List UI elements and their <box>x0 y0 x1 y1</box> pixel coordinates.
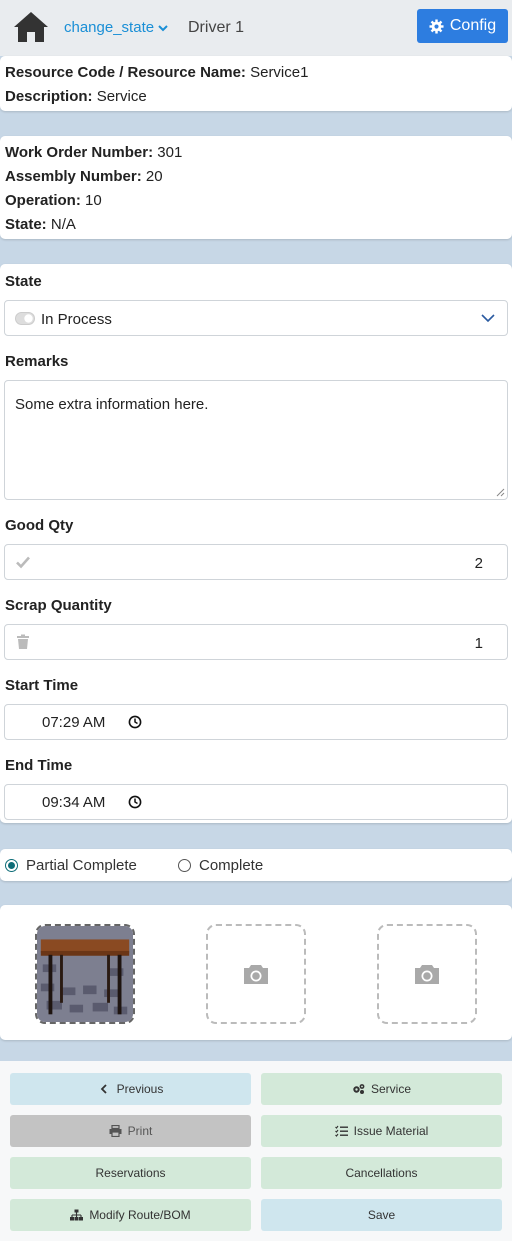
good-qty-input[interactable]: 2 <box>4 544 508 580</box>
service-button[interactable]: Service <box>261 1073 502 1105</box>
config-button[interactable]: Config <box>417 9 508 43</box>
trash-icon <box>17 634 29 649</box>
gear-icon <box>429 18 444 34</box>
assembly-label: Assembly Number: <box>5 168 142 185</box>
end-time-input[interactable]: 09:34 AM <box>4 784 508 820</box>
issue-material-label: Issue Material <box>353 1124 429 1138</box>
resource-code-line: Resource Code / Resource Name: Service1 <box>5 64 308 81</box>
home-icon[interactable] <box>12 10 50 44</box>
start-time-input[interactable]: 07:29 AM <box>4 704 508 740</box>
operation-form: State In Process Remarks Some extra info… <box>0 264 512 823</box>
modify-route-label: Modify Route/BOM <box>89 1208 191 1222</box>
work-order-line: Work Order Number: 301 <box>5 144 182 161</box>
save-label: Save <box>367 1208 396 1222</box>
state-select[interactable]: In Process <box>4 300 508 336</box>
resource-card: Resource Code / Resource Name: Service1 … <box>0 56 512 111</box>
description-line: Description: Service <box>5 88 147 105</box>
add-photo-slot[interactable] <box>206 924 306 1024</box>
save-button[interactable]: Save <box>261 1199 502 1231</box>
task-list-icon <box>334 1125 348 1137</box>
state-info-label: State: <box>5 216 47 233</box>
partial-complete-label: Partial Complete <box>26 857 137 874</box>
description-label: Description: <box>5 88 93 105</box>
description-value: Service <box>96 88 147 105</box>
complete-radio[interactable] <box>178 859 191 872</box>
completion-card: Partial Complete Complete <box>0 849 512 881</box>
state-select-value: In Process <box>41 311 112 328</box>
reservations-label: Reservations <box>95 1166 166 1180</box>
complete-label: Complete <box>199 857 264 874</box>
action-footer: Previous Service Print Issue Material Re… <box>0 1061 512 1241</box>
reservations-button[interactable]: Reservations <box>10 1157 251 1189</box>
config-label: Config <box>449 17 497 34</box>
clock-icon[interactable] <box>128 795 142 809</box>
start-time-label: Start Time <box>5 677 79 694</box>
issue-material-button[interactable]: Issue Material <box>261 1115 502 1147</box>
chevron-left-icon <box>100 1084 107 1094</box>
state-info-value: N/A <box>50 216 76 233</box>
scrap-qty-input[interactable]: 1 <box>4 624 508 660</box>
app-menu-label: change_state <box>64 19 155 36</box>
print-button[interactable]: Print <box>10 1115 251 1147</box>
partial-complete-radio[interactable] <box>5 859 18 872</box>
camera-icon <box>415 965 439 984</box>
good-qty-label: Good Qty <box>5 517 74 534</box>
cogs-icon <box>353 1084 365 1094</box>
remarks-label: Remarks <box>5 353 69 370</box>
clock-icon[interactable] <box>128 715 142 729</box>
scrap-qty-value: 1 <box>474 635 483 652</box>
print-label: Print <box>127 1124 153 1138</box>
cancellations-button[interactable]: Cancellations <box>261 1157 502 1189</box>
complete-option[interactable]: Complete <box>178 857 263 874</box>
state-field-label: State <box>5 273 42 290</box>
print-icon <box>109 1125 122 1137</box>
good-qty-value: 2 <box>474 555 483 572</box>
modify-route-button[interactable]: Modify Route/BOM <box>10 1199 251 1231</box>
page-title: Driver 1 <box>188 19 245 36</box>
start-time-value: 07:29 AM <box>42 714 106 731</box>
service-label: Service <box>370 1082 411 1096</box>
end-time-value: 09:34 AM <box>42 794 106 811</box>
resource-code-value: Service1 <box>250 64 309 81</box>
cancellations-label: Cancellations <box>345 1166 418 1180</box>
assembly-line: Assembly Number: 20 <box>5 168 163 185</box>
end-time-label: End Time <box>5 757 73 774</box>
chevron-down-icon <box>158 24 168 31</box>
check-icon <box>16 556 30 569</box>
add-photo-slot[interactable] <box>377 924 477 1024</box>
operation-label: Operation: <box>5 192 81 209</box>
assembly-value: 20 <box>145 168 163 185</box>
table-photo-image <box>37 926 133 1022</box>
remarks-text: Some extra information here. <box>15 396 209 413</box>
resize-handle-icon[interactable] <box>496 488 505 497</box>
work-order-card: Work Order Number: 301 Assembly Number: … <box>0 136 512 239</box>
scrap-qty-label: Scrap Quantity <box>5 597 112 614</box>
photos-card <box>0 905 512 1040</box>
chevron-down-icon <box>481 314 495 323</box>
state-line: State: N/A <box>5 216 76 233</box>
previous-label: Previous <box>116 1082 164 1096</box>
previous-button[interactable]: Previous <box>10 1073 251 1105</box>
work-order-label: Work Order Number: <box>5 144 154 161</box>
toggle-icon <box>15 312 35 325</box>
operation-value: 10 <box>85 192 102 209</box>
resource-code-label: Resource Code / Resource Name: <box>5 64 246 81</box>
camera-icon <box>244 965 268 984</box>
work-order-value: 301 <box>157 144 183 161</box>
app-menu-link[interactable]: change_state <box>64 19 169 36</box>
remarks-textarea[interactable]: Some extra information here. <box>4 380 508 500</box>
operation-line: Operation: 10 <box>5 192 102 209</box>
top-bar: change_state Driver 1 Config <box>0 0 512 56</box>
partial-complete-option[interactable]: Partial Complete <box>5 857 137 874</box>
sitemap-icon <box>70 1209 84 1221</box>
photo-thumbnail[interactable] <box>35 924 135 1024</box>
